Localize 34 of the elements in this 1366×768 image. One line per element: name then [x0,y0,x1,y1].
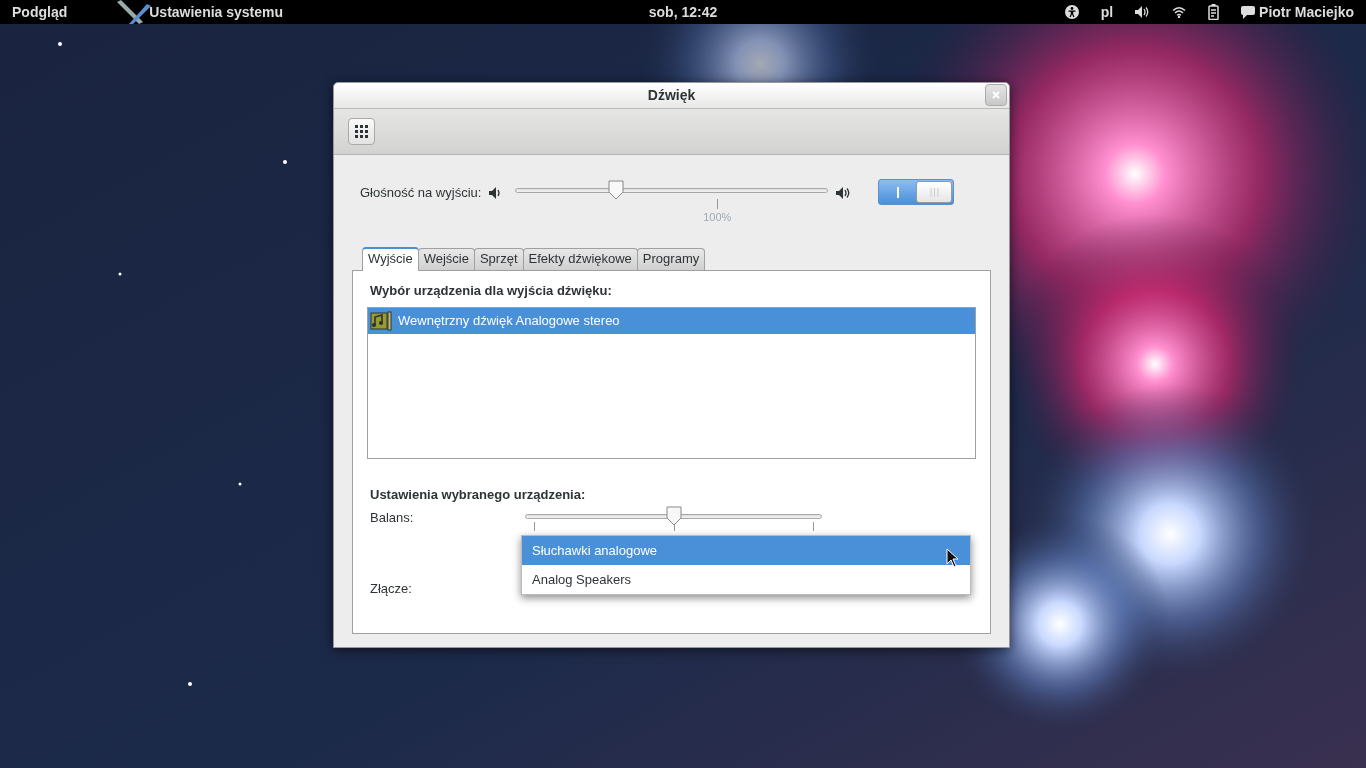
connector-label: Złącze: [370,580,413,598]
balance-slider-handle[interactable] [665,506,682,526]
volume-slider-handle[interactable] [607,180,624,200]
user-menu[interactable]: Piotr Maciejko [1259,1,1354,23]
grip-icon [929,187,939,197]
balance-label: Balans: [370,509,415,527]
volume-mark-label: 100% [703,210,732,225]
volume-icon[interactable] [1135,6,1151,18]
battery-icon[interactable] [1208,4,1220,20]
mute-switch[interactable] [878,179,955,205]
on-icon [897,186,900,198]
tab[interactable]: Sprzęt [473,248,524,270]
tab[interactable]: Efekty dźwiękowe [522,248,638,270]
tab[interactable]: Wyjście [362,247,419,271]
mouse-cursor-icon [946,548,959,568]
tab[interactable]: Wejście [417,248,475,270]
tab[interactable]: Programy [636,248,706,270]
accessibility-icon[interactable] [1064,5,1079,19]
close-icon [992,91,1000,99]
wifi-icon[interactable] [1172,6,1187,18]
keyboard-layout[interactable]: pl [1100,1,1114,23]
volume-label: Głośność na wyjściu: [360,184,482,202]
clock[interactable]: sob, 12:42 [648,3,718,20]
all-settings-button[interactable] [348,118,375,145]
sound-card-icon [370,309,392,332]
section-heading: Wybór urządzenia dla wyjścia dźwięku: [370,282,613,300]
window-title: Dźwięk [647,86,696,105]
grid-icon [355,125,368,138]
section-heading: Ustawienia wybranego urządzenia: [370,485,587,504]
device-name: Wewnętrzny dźwięk Analogowe stereo [398,311,620,330]
activities-button[interactable]: Podgląd [12,1,68,23]
app-menu[interactable]: Ustawienia systemu [149,1,284,23]
menu-item[interactable]: Analog Speakers [522,565,970,594]
chat-icon [1241,5,1256,19]
